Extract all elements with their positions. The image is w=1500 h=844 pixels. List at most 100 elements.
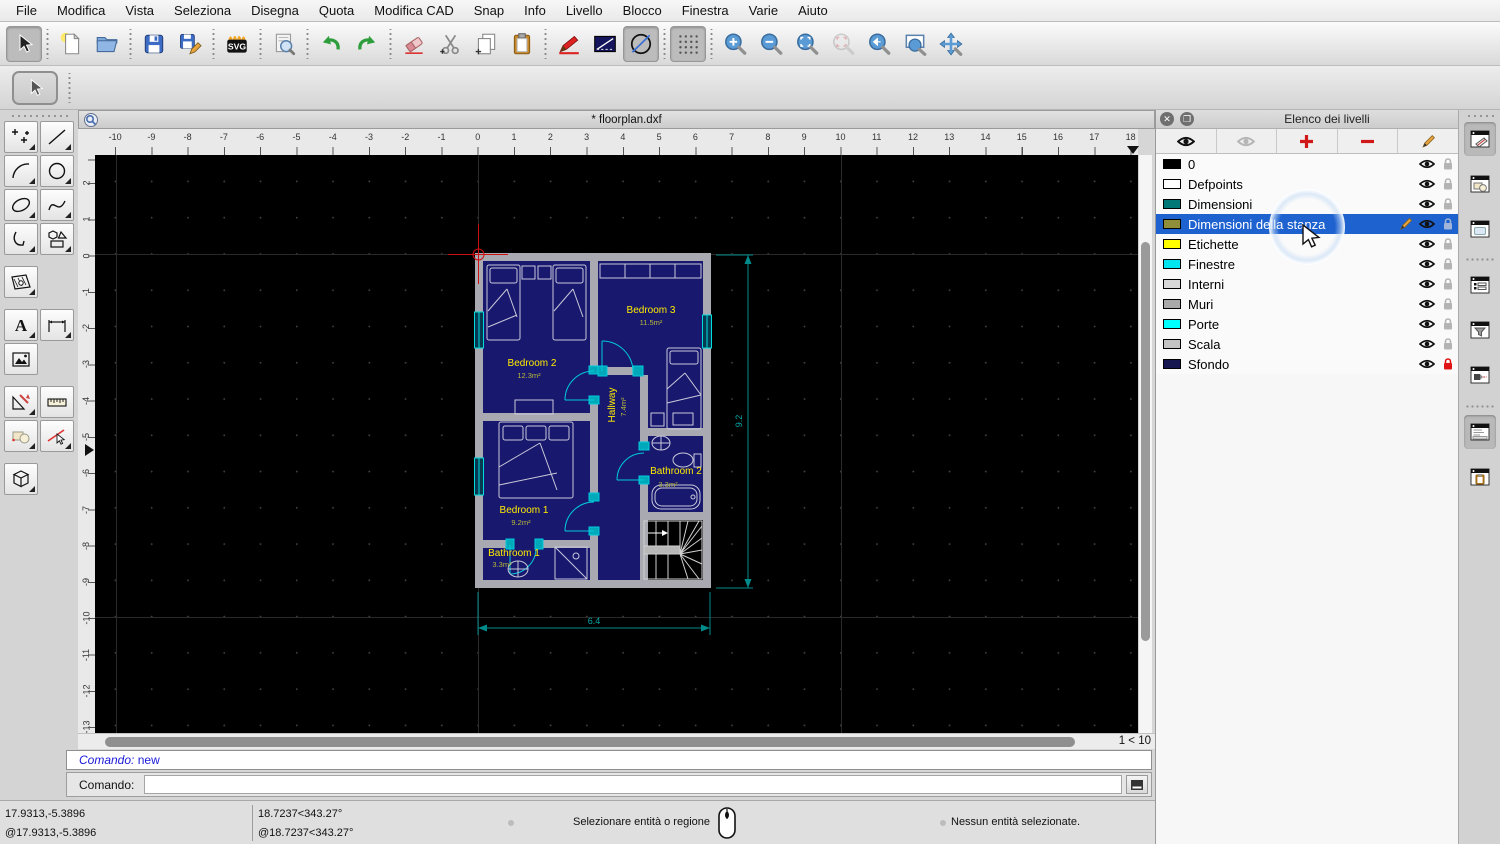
layer-lock-toggle[interactable] — [1437, 157, 1458, 171]
zoom-auto-button[interactable] — [789, 26, 825, 62]
zoom-previous-button[interactable] — [825, 26, 861, 62]
menu-item[interactable]: Disegna — [241, 0, 309, 21]
pointer-mode-button[interactable] — [12, 70, 58, 105]
print-preview-button[interactable] — [266, 26, 302, 62]
layer-row[interactable]: Defpoints — [1156, 174, 1458, 194]
zoom-redraw-button[interactable] — [861, 26, 897, 62]
select-entity-tool-button[interactable] — [40, 420, 74, 452]
menu-item[interactable]: Varie — [739, 0, 788, 21]
keyboard-toggle-button[interactable] — [1126, 775, 1148, 794]
image-tool-button[interactable] — [4, 343, 38, 375]
menu-item[interactable]: Finestra — [672, 0, 739, 21]
layer-visibility-toggle[interactable] — [1416, 238, 1437, 250]
layer-visibility-toggle[interactable] — [1416, 278, 1437, 290]
layer-visibility-toggle[interactable] — [1416, 358, 1437, 370]
redo-button[interactable] — [349, 26, 385, 62]
layer-visibility-toggle[interactable] — [1416, 318, 1437, 330]
zoom-window-button[interactable] — [897, 26, 933, 62]
text-tool-button[interactable]: A — [4, 309, 38, 341]
dock-entity-list-button[interactable] — [1464, 268, 1496, 302]
spline-tool-button[interactable] — [40, 189, 74, 221]
layer-row[interactable]: 0 — [1156, 154, 1458, 174]
remove-layer-button[interactable] — [1338, 129, 1399, 153]
zoom-out-button[interactable] — [753, 26, 789, 62]
pen-tool-button[interactable] — [551, 26, 587, 62]
grid-toggle-button[interactable] — [670, 25, 706, 62]
circle-tool-button[interactable] — [623, 25, 659, 62]
delete-button[interactable] — [396, 26, 432, 62]
menu-item[interactable]: Aiuto — [788, 0, 838, 21]
arc-tool-button[interactable] — [4, 155, 38, 187]
cut-button[interactable] — [432, 26, 468, 62]
layer-visibility-toggle[interactable] — [1416, 298, 1437, 310]
menu-item[interactable]: Modifica CAD — [364, 0, 463, 21]
layer-row[interactable]: Sfondo — [1156, 354, 1458, 374]
layer-visibility-toggle[interactable] — [1416, 258, 1437, 270]
undo-button[interactable] — [313, 26, 349, 62]
export-svg-button[interactable]: SVG — [219, 26, 255, 62]
layer-visibility-toggle[interactable] — [1416, 218, 1437, 230]
add-layer-button[interactable] — [1277, 129, 1338, 153]
dock-layer-list-button[interactable] — [1464, 122, 1496, 156]
modify-tool-button[interactable] — [4, 386, 38, 418]
layer-visibility-toggle[interactable] — [1416, 338, 1437, 350]
layer-lock-toggle[interactable] — [1437, 257, 1458, 271]
circle-tool-button[interactable] — [40, 155, 74, 187]
layer-visibility-toggle[interactable] — [1416, 178, 1437, 190]
hatch-tool-button[interactable] — [4, 266, 38, 298]
line-tool-button[interactable] — [40, 121, 74, 153]
command-input[interactable] — [144, 775, 1122, 794]
menu-item[interactable]: Seleziona — [164, 0, 241, 21]
ellipse-tool-button[interactable] — [4, 189, 38, 221]
layer-lock-toggle[interactable] — [1437, 217, 1458, 231]
layer-row[interactable]: Etichette — [1156, 234, 1458, 254]
menu-item[interactable]: Livello — [556, 0, 613, 21]
edit-layer-button[interactable] — [1398, 129, 1458, 153]
menu-item[interactable]: Vista — [115, 0, 164, 21]
shapes-tool-button[interactable] — [40, 223, 74, 255]
layer-lock-toggle[interactable] — [1437, 357, 1458, 371]
horizontal-scrollbar-thumb[interactable] — [105, 737, 1075, 747]
layer-lock-toggle[interactable] — [1437, 337, 1458, 351]
view-3d-tool-button[interactable] — [4, 463, 38, 495]
undock-panel-button[interactable]: ❐ — [1180, 112, 1194, 126]
horizontal-scrollbar[interactable]: 1 < 10 — [78, 733, 1155, 749]
show-all-layers-button[interactable] — [1156, 129, 1217, 153]
block-tool-button[interactable] — [4, 420, 38, 452]
paste-button[interactable] — [504, 26, 540, 62]
zoom-in-button[interactable] — [717, 26, 753, 62]
menu-item[interactable]: Info — [514, 0, 556, 21]
menu-item[interactable]: File — [6, 0, 47, 21]
dock-clipboard-button[interactable] — [1464, 460, 1496, 494]
menu-item[interactable]: Blocco — [613, 0, 672, 21]
menu-item[interactable]: Snap — [464, 0, 514, 21]
palette-drag-handle[interactable] — [10, 114, 68, 118]
drawing-window-titlebar[interactable]: * floorplan.dxf — [78, 110, 1155, 129]
vertical-scrollbar-thumb[interactable] — [1141, 242, 1150, 641]
layer-row[interactable]: Interni — [1156, 274, 1458, 294]
dock-pen-palette-button[interactable] — [1464, 358, 1496, 392]
save-button[interactable] — [136, 26, 172, 62]
select-pointer-button[interactable] — [6, 25, 42, 62]
hide-all-layers-button[interactable] — [1217, 129, 1278, 153]
layer-lock-toggle[interactable] — [1437, 277, 1458, 291]
menu-item[interactable]: Quota — [309, 0, 364, 21]
layer-visibility-toggle[interactable] — [1416, 158, 1437, 170]
dock-library-browser-button[interactable] — [1464, 212, 1496, 246]
new-file-button[interactable] — [53, 26, 89, 62]
layer-row[interactable]: Dimensioni — [1156, 194, 1458, 214]
layer-lock-toggle[interactable] — [1437, 317, 1458, 331]
save-as-button[interactable] — [172, 26, 208, 62]
dock-drag-handle[interactable] — [1465, 114, 1494, 118]
zoom-pan-button[interactable] — [933, 26, 969, 62]
layer-row[interactable]: Finestre — [1156, 254, 1458, 274]
dimension-tool-button[interactable] — [40, 309, 74, 341]
dock-command-widget-button[interactable] — [1464, 415, 1496, 449]
layer-lock-toggle[interactable] — [1437, 237, 1458, 251]
polyline-tool-button[interactable] — [4, 223, 38, 255]
layer-row[interactable]: Porte — [1156, 314, 1458, 334]
point-tool-button[interactable] — [4, 121, 38, 153]
line-attributes-button[interactable] — [587, 26, 623, 62]
close-panel-button[interactable]: ✕ — [1160, 112, 1174, 126]
layer-row[interactable]: Dimensioni della stanza — [1156, 214, 1458, 234]
